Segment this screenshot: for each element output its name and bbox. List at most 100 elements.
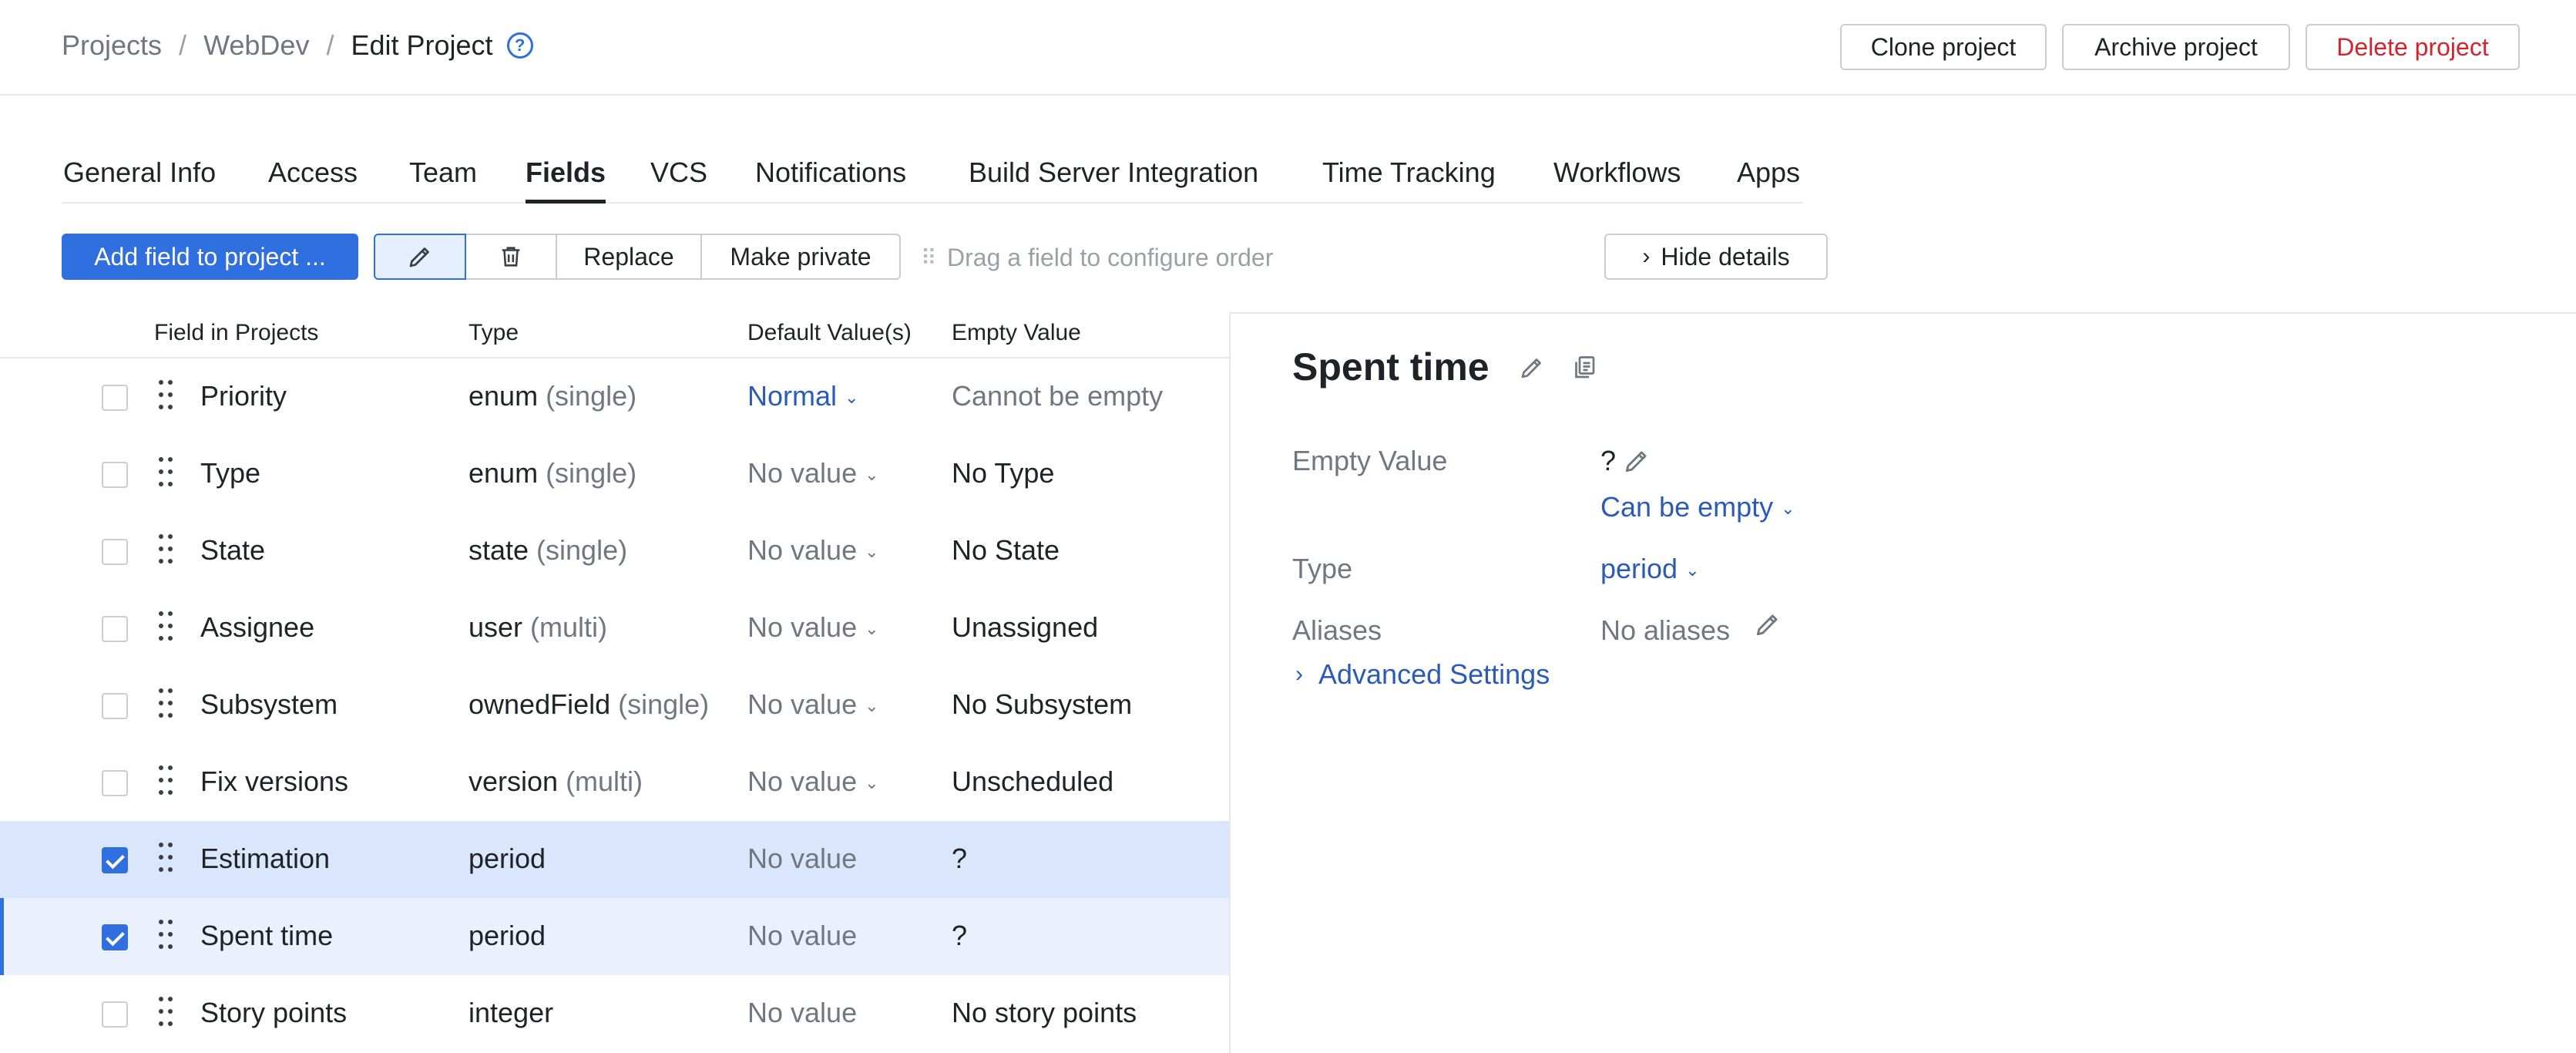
chevron-down-icon: ⌄ xyxy=(1685,560,1700,580)
header-type[interactable]: Type xyxy=(469,320,519,346)
row-checkbox[interactable] xyxy=(102,1001,128,1028)
default-value-text: No value xyxy=(747,611,858,643)
drag-hint-text: Drag a field to configure order xyxy=(947,244,1274,271)
table-row[interactable]: Story points integer No value No story poin… xyxy=(0,975,1229,1052)
tab-notifications[interactable]: Notifications xyxy=(755,154,906,204)
drag-handle-icon[interactable] xyxy=(159,765,176,799)
tab-time-tracking[interactable]: Time Tracking xyxy=(1322,154,1496,204)
breadcrumb-webdev[interactable]: WebDev xyxy=(203,29,309,62)
empty-value: No Type xyxy=(952,457,1055,489)
drag-handle-icon[interactable] xyxy=(159,920,176,954)
row-checkbox[interactable] xyxy=(102,924,128,950)
tab-access[interactable]: Access xyxy=(268,154,358,204)
drag-handle-icon[interactable] xyxy=(159,688,176,722)
default-value[interactable]: No value ⌄ xyxy=(747,611,879,644)
field-type-name: user xyxy=(469,611,523,643)
tab-fields[interactable]: Fields xyxy=(526,154,606,204)
table-row[interactable]: Fix versions version (multi) No value ⌄ Unsch… xyxy=(0,744,1229,821)
help-circle-icon[interactable]: ? xyxy=(506,32,533,59)
default-value[interactable]: No value ⌄ xyxy=(747,457,879,489)
empty-value-value: ? xyxy=(1600,445,1617,476)
drag-handle-icon[interactable] xyxy=(159,997,176,1031)
default-value: No value xyxy=(747,920,857,952)
drag-handle-icon[interactable] xyxy=(159,843,176,876)
details-panel: Spent time Empty Value ? Can be empty ⌄ T… xyxy=(1229,312,2576,1053)
empty-mode-dropdown[interactable]: Can be empty ⌄ xyxy=(1600,491,1795,523)
make-private-button[interactable]: Make private xyxy=(700,234,901,280)
tab-build-server-integration[interactable]: Build Server Integration xyxy=(969,154,1258,204)
row-checkbox[interactable] xyxy=(102,693,128,719)
table-row[interactable]: Spent time period No value? xyxy=(0,898,1229,975)
pencil-icon[interactable] xyxy=(1518,354,1546,382)
table-row[interactable]: Estimation period No value? xyxy=(0,821,1229,898)
field-type-qualifier: (single) xyxy=(536,534,628,566)
row-checkbox[interactable] xyxy=(102,385,128,411)
empty-value: Unassigned xyxy=(952,611,1099,643)
field-type-name: period xyxy=(469,843,546,874)
field-name: Story points xyxy=(200,997,348,1028)
field-type: user (multi) xyxy=(469,611,607,644)
field-type-name: period xyxy=(469,920,546,951)
row-checkbox[interactable] xyxy=(102,616,128,642)
default-value[interactable]: No value ⌄ xyxy=(747,765,879,798)
table-row[interactable]: Subsystem ownedField (single) No value ⌄ No S… xyxy=(0,667,1229,744)
drag-handle-icon[interactable] xyxy=(159,380,176,414)
delete-field-button[interactable] xyxy=(465,234,557,280)
field-name: Assignee xyxy=(200,611,315,643)
tab-team[interactable]: Team xyxy=(409,154,477,204)
drag-handle-icon[interactable] xyxy=(159,534,176,568)
default-value[interactable]: No value ⌄ xyxy=(747,534,879,567)
field-type: state (single) xyxy=(469,534,627,567)
empty-value: No story points xyxy=(952,997,1137,1028)
archive-project-button[interactable]: Archive project xyxy=(2062,24,2290,70)
header-default[interactable]: Default Value(s) xyxy=(747,320,912,346)
add-field-button[interactable]: Add field to project ... xyxy=(62,234,358,280)
delete-project-button[interactable]: Delete project xyxy=(2306,24,2520,70)
field-name: Subsystem xyxy=(200,688,338,720)
default-value[interactable]: Normal ⌄ xyxy=(747,380,858,412)
pencil-icon[interactable] xyxy=(1753,610,1782,639)
breadcrumb-separator: / xyxy=(179,29,187,61)
advanced-settings-toggle[interactable]: › Advanced Settings xyxy=(1295,658,1550,691)
trash-icon xyxy=(502,247,520,267)
tab-apps[interactable]: Apps xyxy=(1737,154,1800,204)
drag-handle-icon[interactable] xyxy=(159,457,176,491)
chevron-down-icon: ⌄ xyxy=(865,619,879,639)
replace-button[interactable]: Replace xyxy=(556,234,702,280)
default-value[interactable]: No value ⌄ xyxy=(747,688,879,721)
row-checkbox[interactable] xyxy=(102,462,128,488)
field-name: Estimation xyxy=(200,843,331,874)
page-title: Edit Project xyxy=(351,29,493,61)
chevron-down-icon: ⌄ xyxy=(865,542,879,562)
default-value-text: No value xyxy=(747,457,858,489)
default-value: No value xyxy=(747,843,857,875)
row-checkbox[interactable] xyxy=(102,770,128,796)
table-row[interactable]: Priority enum (single) Normal ⌄ Cannot be emp… xyxy=(0,358,1229,436)
header-empty[interactable]: Empty Value xyxy=(952,320,1081,346)
chevron-down-icon: ⌄ xyxy=(865,465,879,485)
empty-value: No Subsystem xyxy=(952,688,1133,720)
tab-workflows[interactable]: Workflows xyxy=(1553,154,1681,204)
pencil-icon[interactable] xyxy=(1622,446,1651,476)
drag-handle-icon[interactable] xyxy=(159,611,176,645)
type-dropdown[interactable]: period ⌄ xyxy=(1600,553,1700,585)
hide-details-button[interactable]: › Hide details xyxy=(1604,234,1828,280)
tab-general-info[interactable]: General Info xyxy=(63,154,216,204)
copy-icon[interactable] xyxy=(1570,354,1598,382)
table-row[interactable]: Assignee user (multi) No value ⌄ Unassigned xyxy=(0,590,1229,667)
aliases-value: No aliases xyxy=(1600,614,1731,646)
tab-vcs[interactable]: VCS xyxy=(650,154,707,204)
clone-project-button[interactable]: Clone project xyxy=(1840,24,2047,70)
default-value-text: No value xyxy=(747,997,858,1028)
row-checkbox[interactable] xyxy=(102,539,128,565)
header-field[interactable]: Field in Projects xyxy=(154,320,318,346)
table-row[interactable]: Type enum (single) No value ⌄ No Type xyxy=(0,436,1229,513)
details-title: Spent time xyxy=(1292,345,1490,389)
edit-field-button[interactable] xyxy=(374,234,466,280)
empty-value: ? xyxy=(952,843,968,874)
breadcrumb-projects[interactable]: Projects xyxy=(62,29,162,62)
breadcrumb-separator: / xyxy=(326,29,334,61)
table-row[interactable]: State state (single) No value ⌄ No State xyxy=(0,513,1229,590)
field-type-name: enum xyxy=(469,380,539,412)
row-checkbox[interactable] xyxy=(102,847,128,873)
